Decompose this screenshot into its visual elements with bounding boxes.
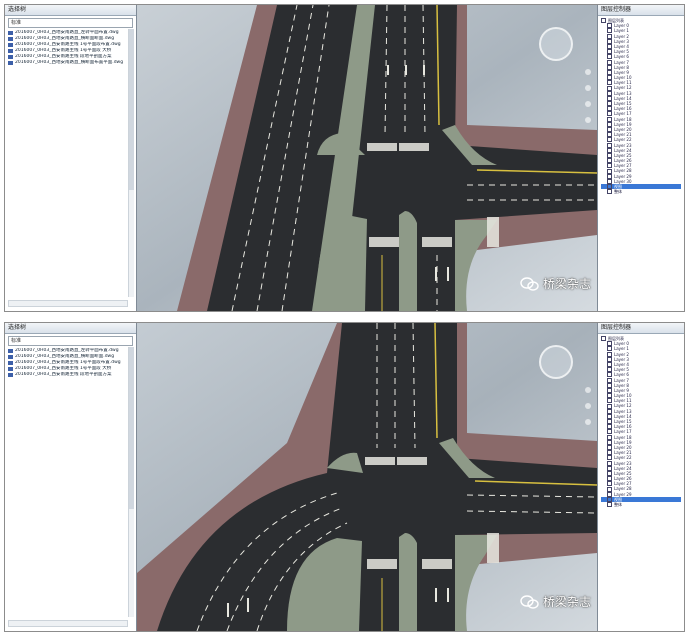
panel-title: 选择树: [5, 5, 136, 16]
watermark-text: 桥梁杂志: [543, 277, 592, 291]
dwg-file-icon: [8, 367, 13, 371]
3d-viewport[interactable]: 桥梁杂志: [137, 323, 597, 631]
list-item[interactable]: 2016007_0H03_西地安南路直_横断面布置平面.dwg: [8, 60, 133, 66]
nav-zoom-button[interactable]: [585, 419, 591, 425]
nav-pan-button[interactable]: [585, 85, 591, 91]
tree-item-label: 整体: [614, 189, 622, 195]
nav-pan-button[interactable]: [585, 403, 591, 409]
watermark: 桥梁杂志: [520, 275, 591, 292]
scroll-thumb[interactable]: [129, 347, 134, 509]
visibility-checkbox[interactable]: [601, 336, 606, 342]
file-list: 2016007_0H03_西地安南路直_左转平面布置.dwg 2016007_0…: [8, 30, 133, 66]
road-scene: [137, 5, 597, 311]
vertical-scrollbar[interactable]: [128, 347, 134, 617]
nav-zoom-button[interactable]: [585, 101, 591, 107]
scroll-thumb[interactable]: [129, 29, 134, 190]
layer-tree: 图层列表 Layer 0 Layer 1 Layer 2 Layer 3 Layer 4L…: [601, 18, 681, 195]
dwg-file-icon: [8, 31, 13, 35]
list-item[interactable]: 2016007_0H03_西安南路主线 段地平剖面方案: [8, 372, 133, 378]
horizontal-scrollbar[interactable]: [8, 300, 128, 307]
file-list: 2016007_0H03_西地安南路直_左转平面布置.dwg 2016007_0…: [8, 348, 133, 378]
dwg-file-icon: [8, 61, 13, 65]
panel-title: 图层控制器: [598, 5, 684, 16]
dwg-file-icon: [8, 355, 13, 359]
vertical-scrollbar[interactable]: [128, 29, 134, 297]
bottom-screenshot: 选择树 标准 2016007_0H03_西地安南路直_左转平面布置.dwg 20…: [4, 322, 685, 632]
dwg-file-icon: [8, 349, 13, 353]
dwg-file-icon: [8, 55, 13, 59]
filter-combo[interactable]: 标准: [8, 18, 133, 28]
road-scene: [137, 323, 597, 631]
layer-tree: 图层列表 Layer 0 Layer 1 Layer 2 Layer 3 Layer 4L…: [601, 336, 681, 508]
3d-viewport[interactable]: 桥梁杂志: [137, 5, 597, 311]
dwg-file-icon: [8, 361, 13, 365]
wechat-icon: [520, 594, 540, 609]
dwg-file-icon: [8, 37, 13, 41]
panel-title: 图层控制器: [598, 323, 684, 334]
nav-look-button[interactable]: [585, 117, 591, 123]
visibility-checkbox[interactable]: [601, 18, 606, 24]
nav-orbit-button[interactable]: [585, 69, 591, 75]
dwg-file-icon: [8, 49, 13, 53]
top-screenshot: 选择树 标准 2016007_0H03_西地安南路直_左转平面布置.dwg 20…: [4, 4, 685, 312]
tree-item[interactable]: 整体: [601, 189, 681, 195]
visibility-checkbox[interactable]: [607, 502, 612, 508]
tree-item[interactable]: 整体: [601, 502, 681, 508]
watermark-text: 桥梁杂志: [543, 595, 592, 609]
horizontal-scrollbar[interactable]: [8, 620, 128, 627]
view-cube[interactable]: [539, 345, 573, 379]
selection-tree-panel: 选择树 标准 2016007_0H03_西地安南路直_左转平面布置.dwg 20…: [5, 5, 137, 311]
layer-tree-panel: 图层控制器 图层列表 Layer 0 Layer 1 Layer 2 Layer 3 La…: [597, 5, 684, 311]
wechat-icon: [520, 276, 540, 291]
watermark: 桥梁杂志: [520, 593, 591, 610]
visibility-checkbox[interactable]: [607, 189, 612, 195]
nav-orbit-button[interactable]: [585, 387, 591, 393]
panel-title: 选择树: [5, 323, 136, 334]
layer-tree-panel: 图层控制器 图层列表 Layer 0 Layer 1 Layer 2 Layer 3 La…: [597, 323, 684, 631]
selection-tree-panel: 选择树 标准 2016007_0H03_西地安南路直_左转平面布置.dwg 20…: [5, 323, 137, 631]
tree-item-label: 整体: [614, 502, 622, 507]
dwg-file-icon: [8, 373, 13, 377]
dwg-file-icon: [8, 43, 13, 47]
filter-combo[interactable]: 标准: [8, 336, 133, 346]
view-cube[interactable]: [539, 27, 573, 61]
